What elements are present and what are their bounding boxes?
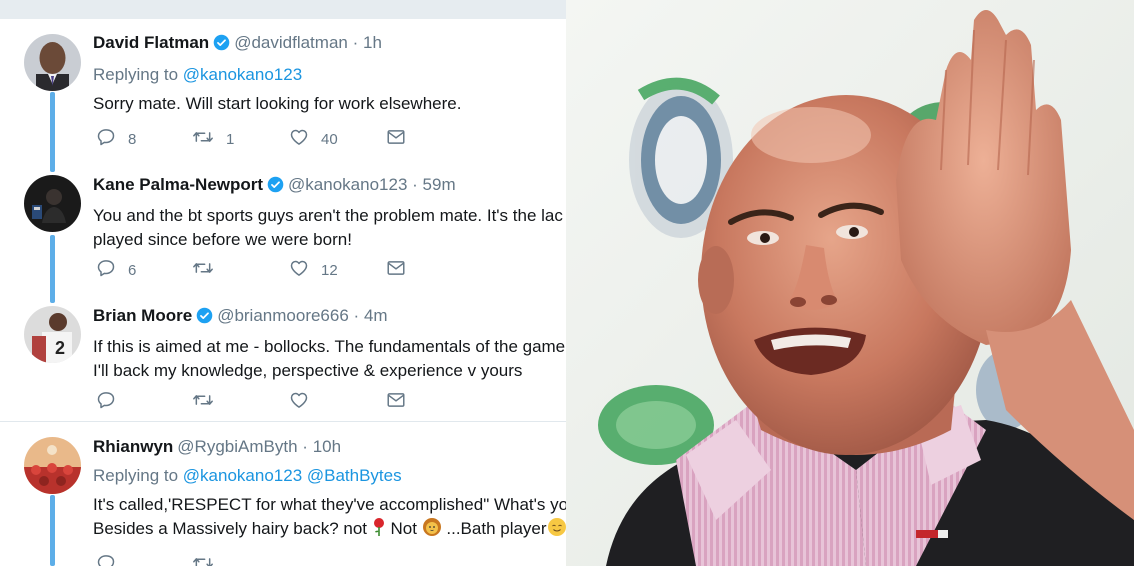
avatar[interactable] <box>24 34 81 91</box>
tweet-text-segment: Not <box>385 519 422 538</box>
tweet-body: David Flatman @davidflatman · 1h Replying… <box>93 32 566 116</box>
direct-message-icon <box>386 128 406 150</box>
verified-badge-icon <box>196 307 213 330</box>
retweet-icon <box>192 553 214 566</box>
retweet-icon <box>192 390 214 414</box>
like-button[interactable]: 40 <box>289 128 338 150</box>
tweet[interactable]: Rhianwyn @RygbiAmByth · 10h Replying to @… <box>0 423 566 566</box>
tweet-text: It's called,'RESPECT for what they've ac… <box>93 493 566 544</box>
author-handle[interactable]: @kanokano123 <box>288 175 407 194</box>
tweet-text-line: Besides a Massively hairy back? not Not … <box>93 517 566 544</box>
like-button[interactable]: 12 <box>289 259 338 281</box>
tweet-text-line: If this is aimed at me - bollocks. The f… <box>93 337 566 356</box>
like-button[interactable] <box>289 391 309 413</box>
verified-badge-icon <box>267 176 284 199</box>
separator-dot: · <box>353 306 360 325</box>
tweet[interactable]: David Flatman @davidflatman · 1h Replying… <box>0 19 566 162</box>
tweet-header: Brian Moore @brianmoore666 · 4m <box>93 305 566 330</box>
author-name[interactable]: Brian Moore <box>93 306 192 325</box>
tweet-text: If this is aimed at me - bollocks. The f… <box>93 335 566 383</box>
tweet-header: Kane Palma-Newport @kanokano123 · 59m <box>93 174 566 199</box>
tweet-actions <box>96 554 416 566</box>
replying-to: Replying to @kanokano123 @BathBytes <box>93 465 566 487</box>
tweet[interactable]: 2 Brian Moore @brianmoore666 · 4m If this… <box>0 293 566 422</box>
tweet-text-line: You and the bt sports guys aren't the pr… <box>93 206 563 225</box>
like-icon <box>289 390 309 414</box>
svg-text:2: 2 <box>55 338 65 358</box>
reply-button[interactable]: 8 <box>96 128 136 150</box>
avatar[interactable]: 2 <box>24 306 81 363</box>
retweet-count: 1 <box>226 130 235 148</box>
tweet-text: You and the bt sports guys aren't the pr… <box>93 204 566 252</box>
separator-dot: · <box>302 437 308 456</box>
mention-link[interactable]: @kanokano123 <box>183 65 302 84</box>
reply-button[interactable] <box>96 554 116 566</box>
verified-badge-icon <box>213 34 230 57</box>
lion-emoji <box>422 517 442 544</box>
retweet-button[interactable] <box>192 259 214 281</box>
tweet-time[interactable]: 4m <box>364 306 388 325</box>
separator-dot: · <box>352 33 359 52</box>
author-handle[interactable]: @RygbiAmByth <box>177 437 297 456</box>
reply-icon <box>96 258 116 282</box>
author-name[interactable]: Kane Palma-Newport <box>93 175 263 194</box>
direct-message-button[interactable] <box>386 391 406 413</box>
like-count: 40 <box>321 130 338 148</box>
tweet-actions: 6 12 <box>96 259 416 281</box>
author-name[interactable]: Rhianwyn <box>93 437 173 456</box>
photo-bald-man-raising-hand <box>566 0 1134 566</box>
like-count: 12 <box>321 261 338 279</box>
retweet-button[interactable] <box>192 554 214 566</box>
like-icon <box>289 258 309 282</box>
retweet-icon <box>192 258 214 282</box>
tweet-text-segment: ...Bath player <box>441 519 547 538</box>
timeline-top-bar <box>0 0 566 19</box>
tweet-body: Rhianwyn @RygbiAmByth · 10h Replying to @… <box>93 436 566 544</box>
tweet-time[interactable]: 59m <box>423 175 456 194</box>
retweet-button[interactable] <box>192 391 214 413</box>
tweet-body: Brian Moore @brianmoore666 · 4m If this i… <box>93 305 566 383</box>
replying-to: Replying to @kanokano123 <box>93 64 566 86</box>
retweet-button[interactable]: 1 <box>192 128 234 150</box>
author-name[interactable]: David Flatman <box>93 33 209 52</box>
mention-link[interactable]: @kanokano123 @BathBytes <box>183 466 402 485</box>
reply-count: 6 <box>128 261 137 279</box>
tweet-text-line: It's called,'RESPECT for what they've ac… <box>93 495 566 514</box>
direct-message-icon <box>386 391 406 413</box>
reply-button[interactable]: 6 <box>96 259 136 281</box>
smiling-emoji <box>547 517 566 544</box>
like-icon <box>289 127 309 151</box>
tweet-text-segment: Besides a Massively hairy back? not <box>93 519 372 538</box>
reply-button[interactable] <box>96 391 116 413</box>
tweet-header: Rhianwyn @RygbiAmByth · 10h <box>93 436 566 458</box>
tweet-text-line: Sorry mate. Will start looking for work … <box>93 94 462 113</box>
replying-prefix: Replying to <box>93 65 179 84</box>
reply-icon <box>96 553 116 566</box>
rose-emoji <box>372 517 386 544</box>
tweet-time[interactable]: 1h <box>363 33 382 52</box>
tweet-thread: David Flatman @davidflatman · 1h Replying… <box>0 0 566 566</box>
replying-prefix: Replying to <box>93 466 179 485</box>
direct-message-button[interactable] <box>386 259 406 281</box>
separator-dot: · <box>412 175 418 194</box>
author-handle[interactable]: @brianmoore666 <box>217 306 349 325</box>
tweet-header: David Flatman @davidflatman · 1h <box>93 32 566 57</box>
author-handle[interactable]: @davidflatman <box>234 33 348 52</box>
direct-message-button[interactable] <box>386 128 406 150</box>
reply-count: 8 <box>128 130 137 148</box>
tweet-time[interactable]: 10h <box>313 437 341 456</box>
reply-icon <box>96 390 116 414</box>
tweet-text-line: I'll back my knowledge, perspective & ex… <box>93 361 523 380</box>
tweet-text-line: played since before we were born! <box>93 230 352 249</box>
tweet-actions: 8 1 40 <box>96 128 416 150</box>
reply-icon <box>96 127 116 151</box>
tweet[interactable]: Kane Palma-Newport @kanokano123 · 59m You… <box>0 162 566 293</box>
avatar[interactable] <box>24 437 81 494</box>
tweet-text: Sorry mate. Will start looking for work … <box>93 92 566 116</box>
tweet-body: Kane Palma-Newport @kanokano123 · 59m You… <box>93 174 566 252</box>
tweet-actions <box>96 391 416 413</box>
direct-message-icon <box>386 259 406 281</box>
avatar[interactable] <box>24 175 81 232</box>
retweet-icon <box>192 127 214 151</box>
